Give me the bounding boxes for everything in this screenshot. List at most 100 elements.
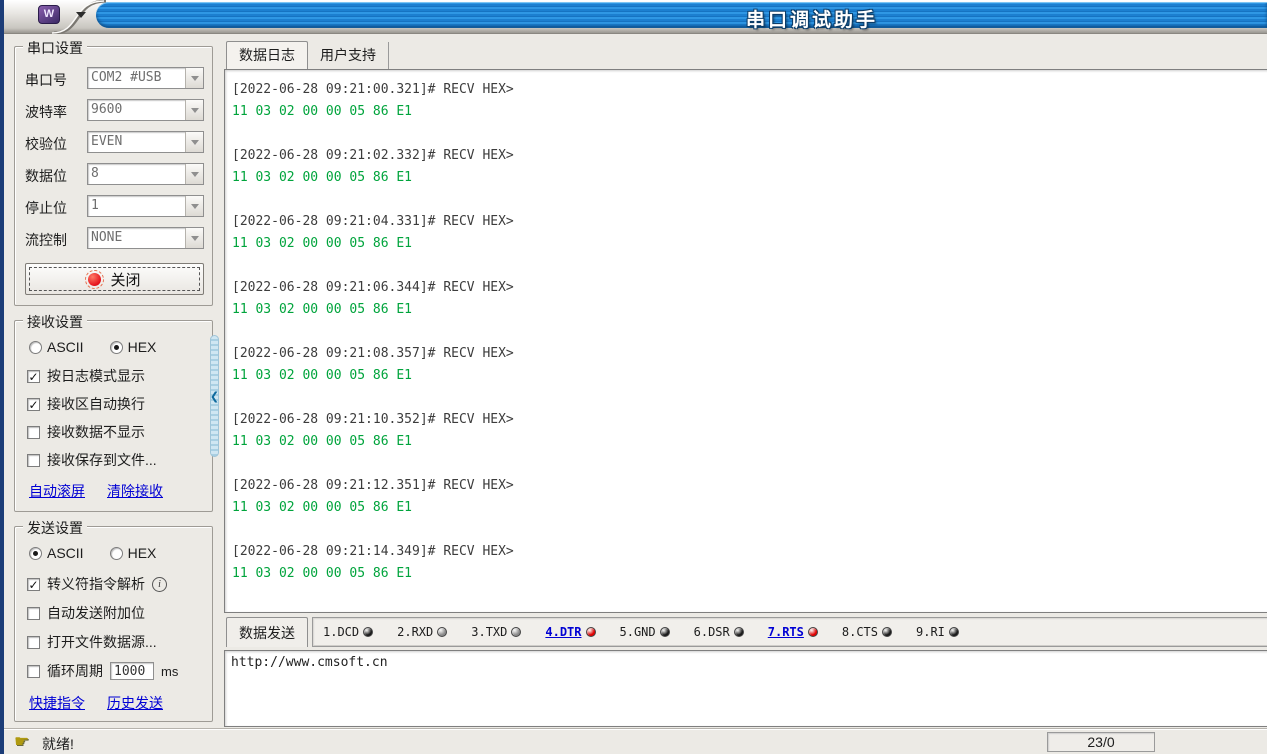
pin-label: 3.TXD (471, 625, 507, 639)
radio-label: ASCII (47, 339, 84, 355)
radio-icon (29, 341, 42, 354)
checkbox-label: 按日志模式显示 (47, 366, 145, 386)
serial-debug-assistant-window: { "window": { "title": "串口调试助手", "status… (0, 0, 1267, 754)
radio-icon (29, 547, 42, 560)
pin-status-icon (808, 627, 818, 637)
receive-checkbox[interactable]: 接收保存到文件... (27, 451, 157, 469)
tab-user-support[interactable]: 用户支持 (308, 42, 389, 69)
serial-field-combo[interactable]: NONE (87, 227, 204, 249)
data-log-panel[interactable]: [2022-06-28 09:21:00.321]# RECV HEX> 11 0… (224, 69, 1267, 613)
checkbox-label: 循环周期 (47, 661, 103, 681)
checkbox-icon (27, 426, 40, 439)
pin-indicator: 1.DCD (323, 625, 373, 639)
close-port-button[interactable]: 关闭 (25, 263, 204, 295)
log-timestamp: [2022-06-28 09:21:12.351]# RECV HEX> (232, 475, 1267, 497)
pin-label-link[interactable]: 4.DTR (545, 625, 581, 639)
title-menu-dropdown-icon[interactable] (76, 12, 86, 18)
pin-label: 2.RXD (397, 625, 433, 639)
send-input[interactable] (224, 650, 1267, 727)
chevron-down-icon[interactable] (185, 68, 203, 88)
pin-status-icon (660, 627, 670, 637)
serial-field-row: 串口号 COM2 #USB (25, 67, 204, 89)
chevron-down-icon[interactable] (185, 132, 203, 152)
pin-indicator: 9.RI (916, 625, 959, 639)
info-icon[interactable]: i (152, 577, 167, 592)
checkbox-icon: ✓ (27, 370, 40, 383)
send-radio-ascii[interactable]: ASCII (29, 545, 84, 561)
chevron-down-icon[interactable] (185, 228, 203, 248)
pin-status-icon (882, 627, 892, 637)
panel-collapse-splitter[interactable]: ❮ (210, 335, 219, 457)
send-radio-hex[interactable]: HEX (110, 545, 157, 561)
tab-data-send[interactable]: 数据发送 (226, 617, 308, 647)
send-checkbox[interactable]: 自动发送附加位 (27, 604, 145, 622)
title-bar: W 串口调试助手 (4, 0, 1267, 34)
receive-checkbox[interactable]: 接收数据不显示 (27, 423, 145, 441)
chevron-down-icon[interactable] (185, 196, 203, 216)
pin-label: 8.CTS (842, 625, 878, 639)
receive-checkbox[interactable]: ✓ 按日志模式显示 (27, 367, 145, 385)
pin-label: 6.DSR (694, 625, 730, 639)
checkbox-label: 打开文件数据源... (47, 632, 157, 652)
pin-status-icon (586, 627, 596, 637)
send-checkbox[interactable]: ✓ 转义符指令解析 i (27, 575, 167, 593)
chevron-down-icon[interactable] (185, 100, 203, 120)
radio-label: HEX (128, 545, 157, 561)
serial-field-row: 校验位 EVEN (25, 131, 204, 153)
serial-field-combo[interactable]: 1 (87, 195, 204, 217)
serial-field-combo[interactable]: EVEN (87, 131, 204, 153)
checkbox-label: 转义符指令解析 (47, 574, 145, 594)
log-timestamp: [2022-06-28 09:21:08.357]# RECV HEX> (232, 343, 1267, 365)
receive-link[interactable]: 清除接收 (107, 481, 163, 501)
checkbox-icon (27, 665, 40, 678)
send-link[interactable]: 快捷指令 (29, 693, 85, 713)
log-timestamp: [2022-06-28 09:21:02.332]# RECV HEX> (232, 145, 1267, 167)
checkbox-label: 接收区自动换行 (47, 394, 145, 414)
receive-radio-hex[interactable]: HEX (110, 339, 157, 355)
serial-field-combo[interactable]: COM2 #USB (87, 67, 204, 89)
combo-value: 9600 (91, 102, 184, 117)
receive-settings-title: 接收设置 (23, 312, 87, 332)
log-hex-data: 11 03 02 00 00 05 86 E1 (232, 365, 1267, 387)
pin-indicator: 6.DSR (694, 625, 744, 639)
pin-label: 1.DCD (323, 625, 359, 639)
serial-settings-group: 串口设置 串口号COM2 #USB波特率9600校验位EVEN数据位8停止位1流… (14, 46, 213, 306)
log-entry: [2022-06-28 09:21:04.331]# RECV HEX>11 0… (232, 211, 1267, 255)
serial-field-label: 数据位 (25, 166, 67, 186)
send-checkbox[interactable]: 循环周期ms (27, 662, 178, 680)
window-title: 串口调试助手 (746, 5, 878, 32)
tab-data-log[interactable]: 数据日志 (226, 41, 308, 69)
serial-field-combo[interactable]: 9600 (87, 99, 204, 121)
checkbox-label: 接收保存到文件... (47, 450, 157, 470)
focus-rect (29, 267, 200, 291)
log-timestamp: [2022-06-28 09:21:10.352]# RECV HEX> (232, 409, 1267, 431)
serial-field-label: 校验位 (25, 134, 67, 154)
receive-link[interactable]: 自动滚屏 (29, 481, 85, 501)
receive-radio-ascii[interactable]: ASCII (29, 339, 84, 355)
cycle-period-input[interactable] (110, 662, 154, 680)
pin-status-icon (363, 627, 373, 637)
rx-tx-counter: 23/0 (1047, 732, 1155, 752)
receive-checkbox[interactable]: ✓接收区自动换行 (27, 395, 145, 413)
title-bar-blue-band (96, 2, 1267, 28)
checkbox-icon: ✓ (27, 578, 40, 591)
checkbox-icon (27, 607, 40, 620)
pin-status-icon (949, 627, 959, 637)
send-settings-title: 发送设置 (23, 518, 87, 538)
chevron-down-icon[interactable] (185, 164, 203, 184)
log-hex-data: 11 03 02 00 00 05 86 E1 (232, 431, 1267, 453)
serial-field-row: 流控制NONE (25, 227, 204, 249)
serial-field-combo[interactable]: 8 (87, 163, 204, 185)
log-entry: [2022-06-28 09:21:12.351]# RECV HEX>11 0… (232, 475, 1267, 519)
log-hex-data: 11 03 02 00 00 05 86 E1 (232, 299, 1267, 321)
log-timestamp: [2022-06-28 09:21:04.331]# RECV HEX> (232, 211, 1267, 233)
app-icon[interactable]: W (38, 5, 60, 24)
log-timestamp: [2022-06-28 09:21:00.321]# RECV HEX> (232, 79, 1267, 101)
chevron-left-icon: ❮ (210, 390, 219, 403)
log-entry: [2022-06-28 09:21:08.357]# RECV HEX>11 0… (232, 343, 1267, 387)
pin-label-link[interactable]: 7.RTS (768, 625, 804, 639)
serial-field-label: 串口号 (25, 70, 67, 90)
send-link[interactable]: 历史发送 (107, 693, 163, 713)
log-entry: [2022-06-28 09:21:10.352]# RECV HEX>11 0… (232, 409, 1267, 453)
send-checkbox[interactable]: 打开文件数据源... (27, 633, 157, 651)
